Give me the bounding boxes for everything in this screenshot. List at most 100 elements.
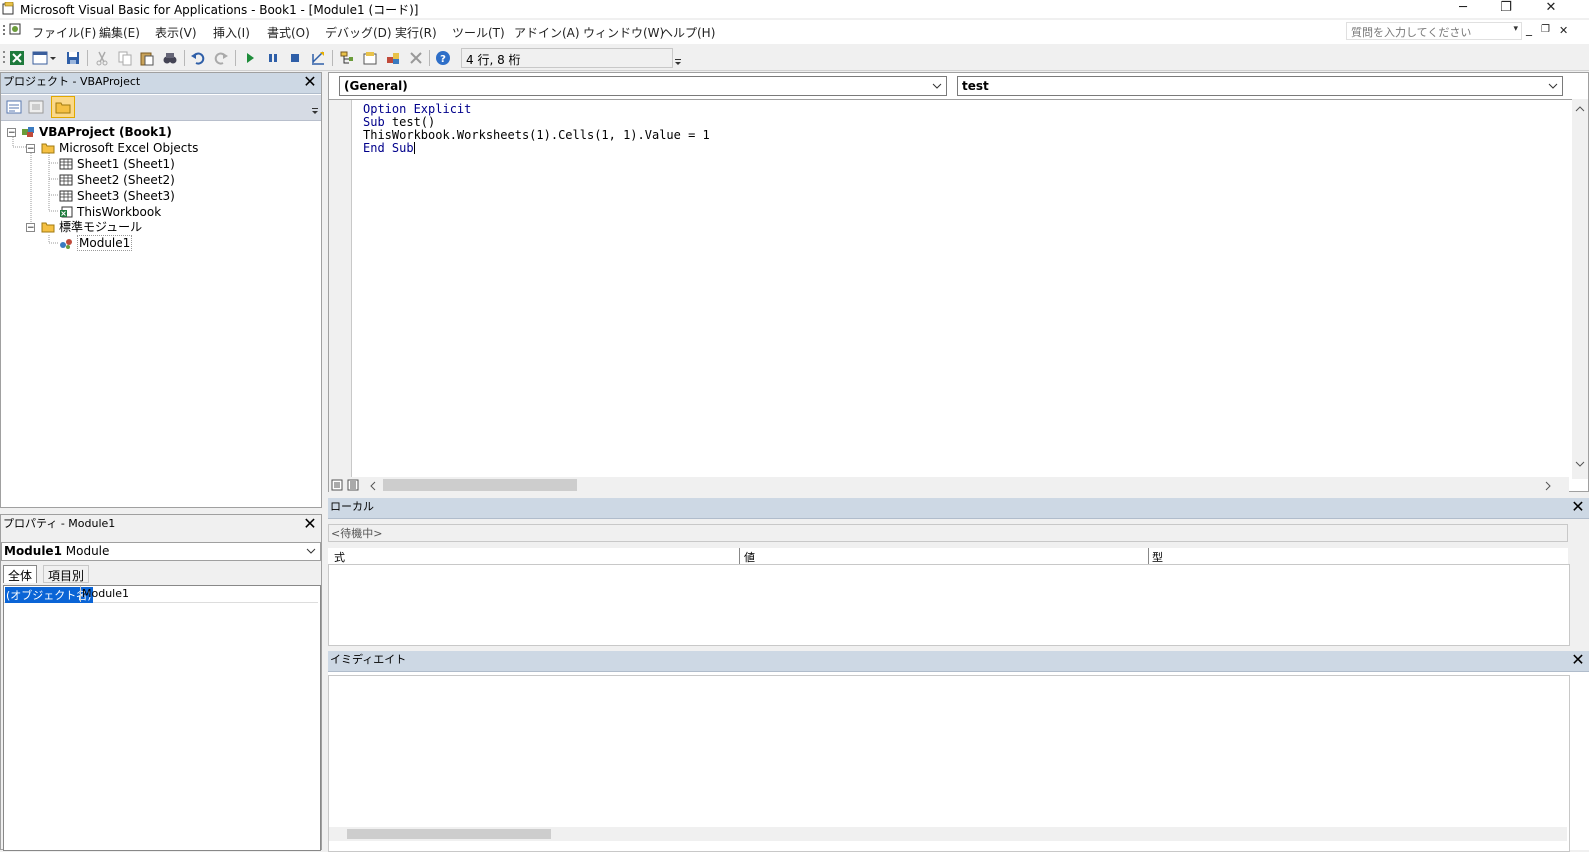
tree-label-excel-objects: Microsoft Excel Objects bbox=[59, 141, 199, 155]
cursor-position-display: 4 行, 8 桁 bbox=[461, 48, 673, 68]
menu-view[interactable]: 表示(V) bbox=[155, 24, 197, 41]
object-browser-icon[interactable] bbox=[385, 50, 401, 66]
tab-alphabetic[interactable]: 全体 bbox=[3, 565, 38, 583]
code-editor[interactable]: Option Explicit Sub test() ThisWorkbook.… bbox=[329, 99, 1588, 482]
menu-help[interactable]: ヘルプ(H) bbox=[661, 24, 715, 41]
project-pane-toolbar bbox=[1, 95, 321, 121]
scroll-up-icon[interactable] bbox=[1575, 105, 1585, 112]
properties-pane-title-bar: プロパティ - Module1 bbox=[1, 515, 321, 535]
cut-icon[interactable] bbox=[94, 50, 110, 66]
tree-item-thisworkbook[interactable]: ThisWorkbook bbox=[59, 204, 161, 220]
tree-item-sheet2[interactable]: Sheet2 (Sheet2) bbox=[59, 172, 175, 188]
object-combo-value: (General) bbox=[344, 79, 408, 93]
locals-status-text: <待機中> bbox=[331, 527, 383, 540]
immediate-pane-title-bar: イミディエイト bbox=[328, 651, 1589, 672]
immediate-input-area[interactable] bbox=[328, 675, 1570, 852]
menu-format[interactable]: 書式(O) bbox=[267, 24, 310, 41]
immediate-pane-close-button[interactable]: ✕ bbox=[1569, 651, 1587, 671]
insert-userform-icon[interactable] bbox=[32, 50, 48, 66]
code-horizontal-scrollbar[interactable] bbox=[329, 477, 1569, 493]
locals-pane-close-button[interactable]: ✕ bbox=[1569, 498, 1587, 518]
scroll-right-icon[interactable] bbox=[1545, 481, 1552, 491]
property-row[interactable]: (オブジェクト名) Module1 bbox=[4, 586, 318, 603]
save-icon[interactable] bbox=[65, 50, 81, 66]
design-mode-icon[interactable] bbox=[310, 50, 326, 66]
object-combo[interactable]: (General) bbox=[339, 76, 947, 96]
project-toolbar-options-icon[interactable] bbox=[311, 99, 319, 117]
code-line-3[interactable]: ThisWorkbook.Worksheets(1).Cells(1, 1).V… bbox=[363, 129, 710, 142]
tab-categorized[interactable]: 項目別 bbox=[43, 565, 90, 583]
menu-file[interactable]: ファイル(F) bbox=[32, 24, 96, 41]
mdi-close-button[interactable]: ✕ bbox=[1559, 24, 1568, 37]
code-margin-indicator-bar[interactable] bbox=[329, 100, 352, 482]
toggle-folders-button[interactable] bbox=[51, 96, 75, 118]
locals-column-headers: 式 値 型 bbox=[328, 548, 1568, 565]
menu-edit[interactable]: 編集(E) bbox=[99, 24, 140, 41]
toolbar-separator bbox=[429, 50, 430, 66]
project-pane-close-button[interactable]: ✕ bbox=[301, 73, 319, 93]
project-explorer-icon[interactable] bbox=[339, 50, 355, 66]
reset-icon[interactable] bbox=[287, 50, 303, 66]
locals-col-expression[interactable]: 式 bbox=[334, 549, 345, 565]
scroll-left-icon[interactable] bbox=[369, 481, 376, 491]
find-icon[interactable] bbox=[162, 50, 178, 66]
break-icon[interactable] bbox=[265, 50, 281, 66]
property-value[interactable]: Module1 bbox=[82, 587, 129, 600]
paste-icon[interactable] bbox=[139, 50, 155, 66]
code-vertical-scrollbar[interactable] bbox=[1572, 99, 1588, 479]
help-icon[interactable]: ? bbox=[435, 50, 451, 66]
project-tree: − VBAProject (Book1) − Microsoft Excel O… bbox=[1, 123, 321, 503]
tree-collapse-root[interactable]: − bbox=[7, 128, 16, 138]
horizontal-scroll-thumb[interactable] bbox=[383, 479, 577, 491]
tree-item-excel-objects[interactable]: Microsoft Excel Objects bbox=[41, 140, 198, 156]
menu-insert[interactable]: 挿入(I) bbox=[213, 24, 250, 41]
redo-icon[interactable] bbox=[213, 50, 229, 66]
tree-item-sheet1[interactable]: Sheet1 (Sheet1) bbox=[59, 156, 175, 172]
properties-window-icon[interactable] bbox=[362, 50, 378, 66]
menu-addins[interactable]: アドイン(A) bbox=[514, 24, 580, 41]
properties-object-combo[interactable]: Module1 Module bbox=[1, 542, 321, 561]
excel-view-icon[interactable] bbox=[9, 50, 25, 66]
locals-pane-title: ローカル bbox=[330, 500, 374, 513]
toolbox-icon[interactable] bbox=[408, 50, 424, 66]
tree-item-sheet3[interactable]: Sheet3 (Sheet3) bbox=[59, 188, 175, 204]
tree-item-module1[interactable]: Module1 bbox=[59, 235, 133, 251]
menu-run[interactable]: 実行(R) bbox=[395, 24, 437, 41]
menu-debug[interactable]: デバッグ(D) bbox=[325, 24, 392, 41]
code-line-4[interactable]: End Sub bbox=[363, 142, 415, 155]
help-dropdown-icon[interactable]: ▾ bbox=[1513, 24, 1518, 34]
toolbar-options-icon[interactable] bbox=[674, 55, 682, 69]
properties-pane-close-button[interactable]: ✕ bbox=[301, 515, 319, 535]
tree-label-module1: Module1 bbox=[77, 235, 133, 251]
full-module-view-icon[interactable] bbox=[347, 479, 359, 491]
menu-window[interactable]: ウィンドウ(W) bbox=[583, 24, 664, 41]
mdi-restore-button[interactable]: ❐ bbox=[1541, 24, 1550, 35]
insert-dropdown-icon[interactable] bbox=[49, 50, 57, 66]
tree-item-vbaproject[interactable]: VBAProject (Book1) bbox=[21, 124, 172, 140]
tree-item-standard-modules[interactable]: 標準モジュール bbox=[41, 219, 142, 235]
locals-col-value[interactable]: 値 bbox=[744, 549, 755, 565]
close-window-button[interactable]: ✕ bbox=[1536, 0, 1566, 18]
view-object-icon[interactable] bbox=[27, 99, 45, 115]
undo-icon[interactable] bbox=[190, 50, 206, 66]
code-window: (General) test Option Explicit Sub test(… bbox=[328, 72, 1589, 493]
immediate-scroll-thumb[interactable] bbox=[347, 829, 551, 839]
tree-collapse-modules[interactable]: − bbox=[26, 223, 35, 233]
procedure-view-icon[interactable] bbox=[331, 479, 343, 491]
procedure-combo[interactable]: test bbox=[957, 76, 1563, 96]
tree-collapse-objects[interactable]: − bbox=[26, 144, 35, 154]
immediate-pane-title: イミディエイト bbox=[330, 653, 407, 666]
locals-col-type[interactable]: 型 bbox=[1152, 549, 1163, 565]
copy-icon[interactable] bbox=[117, 50, 133, 66]
menu-tools[interactable]: ツール(T) bbox=[452, 24, 505, 41]
mdi-minimize-button[interactable]: _ bbox=[1526, 22, 1532, 36]
view-code-icon[interactable] bbox=[5, 99, 23, 115]
immediate-horizontal-scrollbar[interactable] bbox=[329, 827, 1567, 841]
properties-grid: (オブジェクト名) Module1 bbox=[3, 585, 321, 851]
help-search-input[interactable]: 質問を入力してください ▾ bbox=[1346, 22, 1522, 40]
minimize-button[interactable]: ─ bbox=[1448, 0, 1478, 18]
worksheet-icon bbox=[59, 158, 73, 170]
scroll-down-icon[interactable] bbox=[1575, 461, 1585, 468]
restore-button[interactable]: ❐ bbox=[1491, 0, 1521, 18]
run-icon[interactable] bbox=[242, 50, 258, 66]
